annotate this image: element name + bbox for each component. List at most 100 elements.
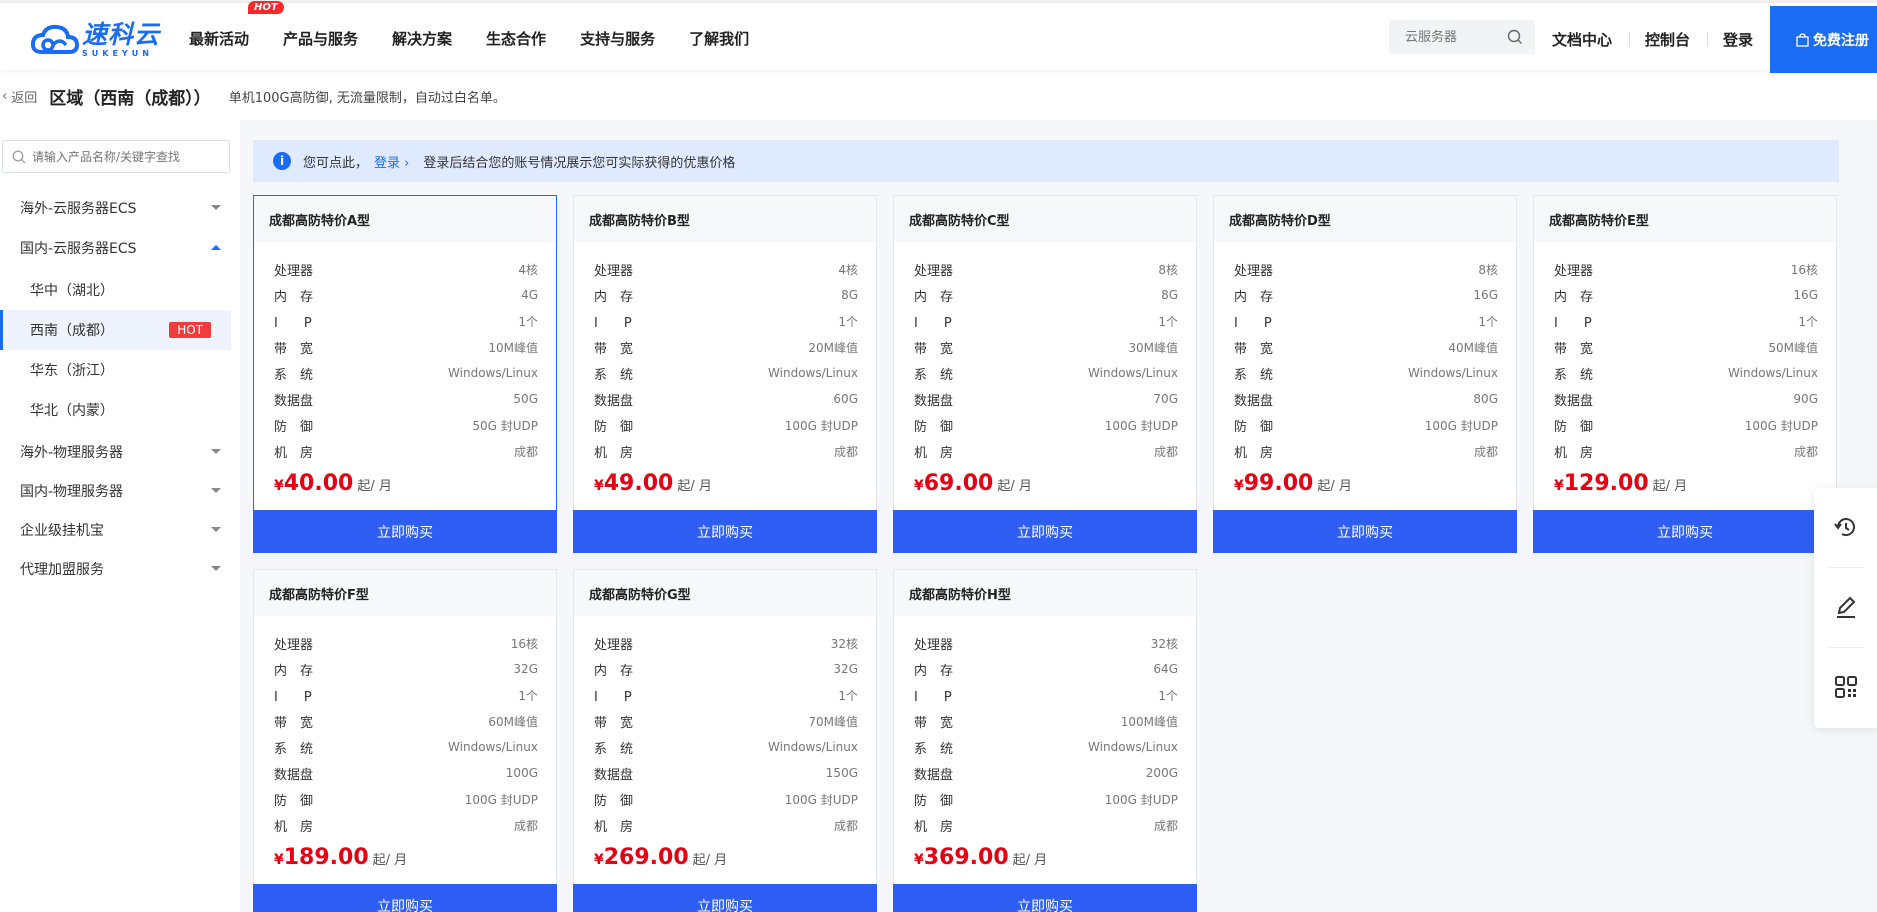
qrcode-tool[interactable] [1814, 648, 1877, 726]
sidebar-item-central-hubei[interactable]: 华中（湖北） [0, 270, 231, 310]
buy-now-button[interactable]: 立即购买 [253, 510, 557, 553]
spec-row-bw: 带 宽 10M峰值 [274, 334, 538, 360]
buy-now-button[interactable]: 立即购买 [1213, 510, 1517, 553]
nav-support[interactable]: 支持与服务 [580, 28, 655, 49]
product-card[interactable]: 成都高防特价F型 处理器 16核内 存 32G I P 1个带 宽 60M峰值系 统 Wind… [253, 569, 557, 912]
spec-label: 处理器 [914, 263, 954, 279]
spec-label: 数据盘 [1554, 393, 1594, 409]
spec-value: 60M峰值 [488, 714, 538, 729]
product-card[interactable]: 成都高防特价G型 处理器 32核内 存 32G I P 1个带 宽 70M峰值系 统 Wind… [573, 569, 877, 912]
buy-now-button[interactable]: 立即购买 [253, 884, 557, 912]
spec-value: 70M峰值 [808, 714, 858, 729]
spec-label: 系 统 [594, 367, 634, 383]
spec-label: 系 统 [1234, 367, 1274, 383]
buy-now-button[interactable]: 立即购买 [573, 884, 877, 912]
spec-label: I P [1554, 315, 1592, 331]
qrcode-icon [1834, 676, 1857, 698]
nav-about[interactable]: 了解我们 [689, 28, 749, 49]
spec-label: 数据盘 [914, 393, 954, 409]
spec-value: 1个 [838, 688, 858, 703]
spec-label: I P [594, 315, 632, 331]
spec-value: 16核 [510, 636, 538, 651]
spec-label: I P [914, 315, 952, 331]
spec-row-os: 系 统 Windows/Linux [914, 360, 1178, 386]
spec-row-room: 机 房 成都 [1554, 438, 1818, 464]
console-link[interactable]: 控制台 [1645, 29, 1690, 50]
spec-label: 系 统 [594, 741, 634, 757]
notice-login-link[interactable]: 登录 › [374, 152, 409, 171]
sidebar-search-input[interactable] [32, 149, 222, 164]
chevron-down-icon [211, 488, 221, 493]
back-link[interactable]: ‹ 返回 [2, 87, 37, 106]
product-card[interactable]: 成都高防特价E型 处理器 16核内 存 16G I P 1个带 宽 50M峰值系 统 Wind… [1533, 195, 1837, 553]
spec-value: 20M峰值 [808, 340, 858, 355]
spec-row-bw: 带 宽 20M峰值 [594, 334, 858, 360]
sidebar-item-overseas-ecs[interactable]: 海外-云服务器ECS [0, 188, 231, 228]
spec-value: 8核 [1478, 262, 1498, 277]
buy-now-button[interactable]: 立即购买 [573, 510, 877, 553]
sidebar-item-north-inner-mongolia[interactable]: 华北（内蒙） [0, 390, 231, 430]
doc-center-link[interactable]: 文档中心 [1552, 29, 1612, 50]
refresh-tool[interactable] [1814, 488, 1877, 566]
sidebar-item-southwest-chengdu[interactable]: 西南（成都） HOT [0, 310, 231, 350]
spec-row-bw: 带 宽 100M峰值 [914, 708, 1178, 734]
buy-now-button[interactable]: 立即购买 [893, 510, 1197, 553]
nav-solutions[interactable]: 解决方案 [392, 28, 452, 49]
sidebar-item-domestic-ecs[interactable]: 国内-云服务器ECS [0, 228, 231, 268]
spec-value: Windows/Linux [768, 740, 858, 754]
search-icon[interactable] [1507, 29, 1523, 45]
sidebar-item-overseas-physical[interactable]: 海外-物理服务器 [0, 432, 231, 472]
sidebar-item-east-zhejiang[interactable]: 华东（浙江） [0, 350, 231, 390]
spec-value: 8G [841, 288, 858, 302]
spec-value: 30M峰值 [1128, 340, 1178, 355]
spec-label: 机 房 [914, 819, 954, 835]
product-card[interactable]: 成都高防特价H型 处理器 32核内 存 64G I P 1个带 宽 100M峰值系 统 Win… [893, 569, 1197, 912]
register-button[interactable]: 免费注册 [1770, 6, 1877, 73]
sidebar-item-enterprise-hosting[interactable]: 企业级挂机宝 [0, 510, 231, 550]
product-card[interactable]: 成都高防特价B型 处理器 4核内 存 8G I P 1个带 宽 20M峰值系 统 Window… [573, 195, 877, 553]
spec-label: I P [274, 689, 312, 705]
spec-row-room: 机 房 成都 [914, 812, 1178, 838]
spec-row-def: 防 御 100G 封UDP [1554, 412, 1818, 438]
buy-now-button[interactable]: 立即购买 [893, 884, 1197, 912]
nav-products[interactable]: 产品与服务 [283, 28, 358, 49]
spec-value: 200G [1145, 766, 1178, 780]
spec-value: Windows/Linux [768, 366, 858, 380]
price-value: 129.00 [1563, 471, 1649, 496]
spec-row-def: 防 御 100G 封UDP [274, 786, 538, 812]
spec-value: 1个 [1158, 314, 1178, 329]
currency-symbol: ¥ [1234, 478, 1244, 494]
sidebar-item-domestic-physical[interactable]: 国内-物理服务器 [0, 471, 231, 511]
spec-row-room: 机 房 成都 [274, 438, 538, 464]
price-value: 40.00 [283, 471, 354, 496]
product-card[interactable]: 成都高防特价A型 处理器 4核内 存 4G I P 1个带 宽 10M峰值系 统 Window… [253, 195, 557, 553]
spec-row-bw: 带 宽 50M峰值 [1554, 334, 1818, 360]
page-title: 区域（西南（成都）） [49, 88, 211, 109]
spec-row-ip: I P 1个 [274, 682, 538, 708]
spec-row-ip: I P 1个 [594, 682, 858, 708]
main-nav: 最新活动 HOT 产品与服务 解决方案 生态合作 支持与服务 了解我们 [189, 0, 783, 73]
spec-value: 10M峰值 [488, 340, 538, 355]
price: ¥49.00 起/ 月 [594, 471, 712, 496]
logo[interactable]: 速科云 SUKEYUN [30, 20, 160, 60]
feedback-tool[interactable] [1814, 568, 1877, 646]
product-card[interactable]: 成都高防特价C型 处理器 8核内 存 8G I P 1个带 宽 30M峰值系 统 Window… [893, 195, 1197, 553]
spec-label: 内 存 [274, 289, 314, 305]
spec-label: 机 房 [1554, 445, 1594, 461]
buy-now-button[interactable]: 立即购买 [1533, 510, 1837, 553]
nav-ecosystem[interactable]: 生态合作 [486, 28, 546, 49]
product-card[interactable]: 成都高防特价D型 处理器 8核内 存 16G I P 1个带 宽 40M峰值系 统 Windo… [1213, 195, 1517, 553]
login-link[interactable]: 登录 [1723, 29, 1753, 50]
spec-row-disk: 数据盘 200G [914, 760, 1178, 786]
nav-latest-activity[interactable]: 最新活动 HOT [189, 0, 284, 49]
header-search-input[interactable] [1389, 20, 1489, 54]
spec-row-mem: 内 存 8G [914, 282, 1178, 308]
spec-label: 带 宽 [914, 341, 954, 357]
spec-label: 内 存 [914, 289, 954, 305]
spec-label: 机 房 [594, 819, 634, 835]
spec-label: I P [274, 315, 312, 331]
spec-row-def: 防 御 100G 封UDP [914, 412, 1178, 438]
spec-label: 处理器 [274, 637, 314, 653]
sidebar-item-agent-service[interactable]: 代理加盟服务 [0, 549, 231, 589]
spec-row-cpu: 处理器 32核 [914, 630, 1178, 656]
